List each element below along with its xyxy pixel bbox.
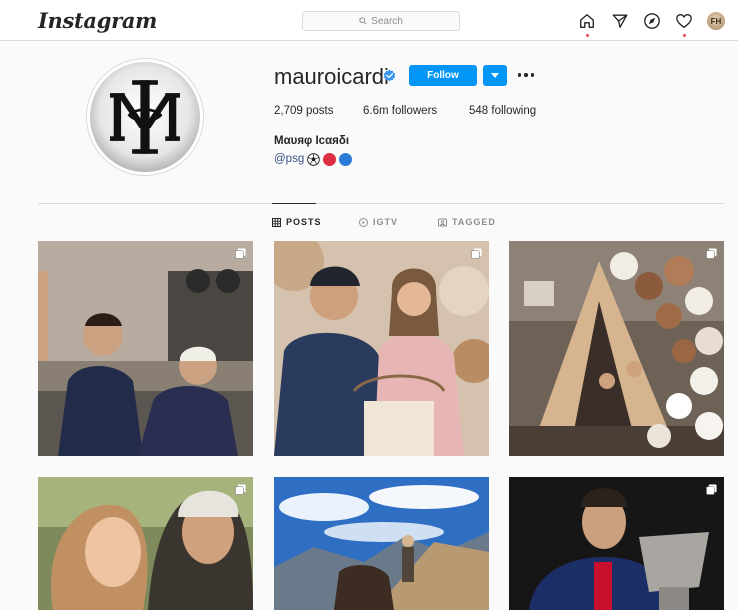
bio-link-psg[interactable]: @psg bbox=[274, 153, 304, 165]
post-thumbnail[interactable] bbox=[38, 241, 253, 456]
explore-icon bbox=[644, 13, 660, 29]
followers-count-stat[interactable]: 6.6m followers bbox=[363, 105, 437, 117]
activity-button[interactable] bbox=[675, 12, 693, 30]
profile-picture[interactable] bbox=[86, 58, 204, 176]
post-image bbox=[509, 241, 724, 456]
multiple-photos-icon bbox=[235, 484, 246, 495]
post-image bbox=[509, 477, 724, 610]
profile-avatar-button[interactable]: FH bbox=[707, 12, 725, 30]
search-input[interactable]: Search bbox=[302, 11, 460, 31]
profile-full-name: Μαυяφ Ιcαяδι bbox=[274, 135, 350, 147]
top-nav-bar: Instagram Search FH bbox=[0, 0, 738, 41]
following-label: following bbox=[491, 105, 537, 117]
multiple-photos-icon bbox=[471, 248, 482, 259]
home-button[interactable] bbox=[578, 12, 596, 30]
activity-heart-icon bbox=[676, 14, 692, 28]
post-thumbnail[interactable] bbox=[38, 477, 253, 610]
profile-tabs-divider bbox=[38, 203, 724, 204]
suggested-dropdown-button[interactable] bbox=[483, 65, 507, 86]
tab-posts[interactable]: POSTS bbox=[272, 217, 322, 227]
posts-label: posts bbox=[305, 105, 334, 117]
direct-button[interactable] bbox=[611, 12, 629, 30]
post-thumbnail[interactable] bbox=[274, 241, 489, 456]
posts-count-stat: 2,709 posts bbox=[274, 105, 333, 117]
tab-posts-label: POSTS bbox=[286, 217, 322, 227]
tab-igtv-label: IGTV bbox=[373, 217, 399, 227]
followers-label: followers bbox=[391, 105, 438, 117]
instagram-logo[interactable]: Instagram bbox=[38, 8, 157, 33]
tab-igtv[interactable]: IGTV bbox=[359, 217, 398, 227]
multiple-photos-icon bbox=[706, 248, 717, 259]
soccer-ball-icon bbox=[307, 152, 321, 166]
home-icon bbox=[580, 14, 594, 28]
grid-icon bbox=[272, 217, 281, 227]
post-image bbox=[274, 241, 489, 456]
blue-circle-icon bbox=[339, 152, 353, 166]
post-image bbox=[274, 477, 489, 610]
following-count: 548 bbox=[469, 105, 489, 117]
followers-count: 6.6m bbox=[363, 105, 389, 117]
igtv-icon bbox=[359, 217, 368, 227]
tagged-icon bbox=[438, 218, 447, 226]
more-options-button[interactable] bbox=[516, 68, 536, 82]
explore-button[interactable] bbox=[643, 12, 661, 30]
verified-badge-icon bbox=[383, 69, 396, 82]
profile-username: mauroicardi bbox=[274, 64, 389, 89]
post-image bbox=[38, 241, 253, 456]
chevron-down-icon bbox=[491, 72, 499, 78]
more-dot bbox=[530, 73, 535, 77]
more-dot bbox=[524, 73, 528, 77]
more-dot bbox=[517, 73, 522, 77]
search-icon bbox=[359, 17, 367, 25]
multiple-photos-icon bbox=[706, 484, 717, 495]
tab-tagged-label: TAGGED bbox=[452, 217, 496, 227]
search-placeholder: Search bbox=[371, 15, 403, 27]
profile-monogram-logo bbox=[90, 62, 200, 172]
active-tab-indicator bbox=[272, 203, 316, 204]
post-image bbox=[38, 477, 253, 610]
profile-bio: @psg bbox=[274, 152, 353, 166]
following-count-stat[interactable]: 548 following bbox=[469, 105, 536, 117]
red-circle-icon bbox=[323, 152, 337, 166]
direct-icon bbox=[612, 14, 628, 28]
post-thumbnail[interactable] bbox=[509, 241, 724, 456]
multiple-photos-icon bbox=[235, 248, 246, 259]
post-thumbnail[interactable] bbox=[274, 477, 489, 610]
tab-tagged[interactable]: TAGGED bbox=[438, 217, 496, 227]
activity-notification-dot bbox=[683, 34, 686, 37]
posts-count: 2,709 bbox=[274, 105, 303, 117]
follow-button[interactable]: Follow bbox=[409, 65, 477, 86]
home-notification-dot bbox=[586, 34, 589, 37]
post-thumbnail[interactable] bbox=[509, 477, 724, 610]
